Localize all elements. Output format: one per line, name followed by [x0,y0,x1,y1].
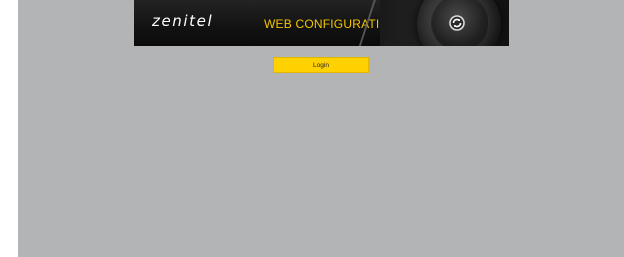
page-background: zenitel WEB CONFIGURATION Login [18,0,624,257]
brand-logo: zenitel [152,12,214,30]
login-button[interactable]: Login [273,57,369,73]
refresh-icon [449,15,465,31]
header-banner: zenitel WEB CONFIGURATION [134,0,509,46]
